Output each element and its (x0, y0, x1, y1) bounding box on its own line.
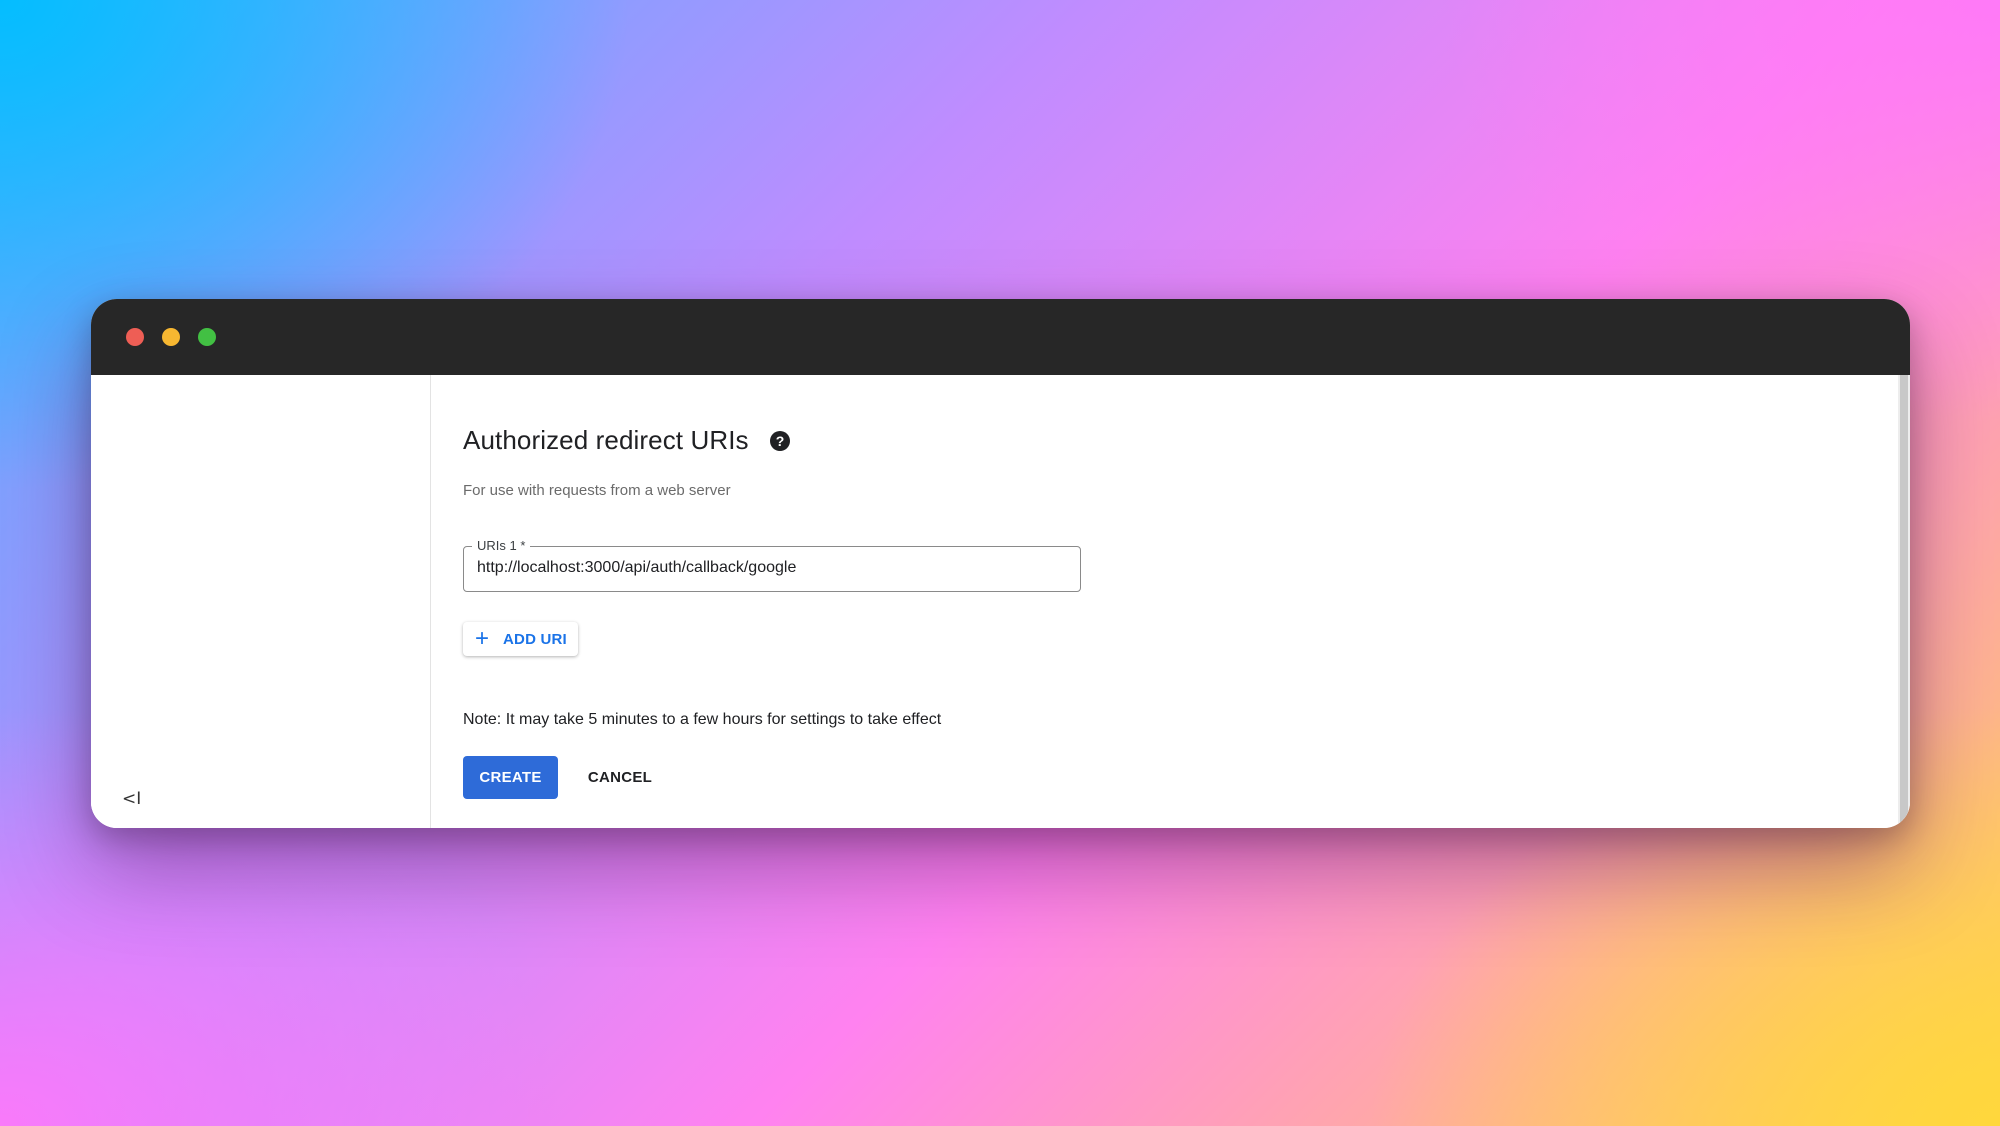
add-uri-label: ADD URI (503, 631, 567, 648)
maximize-window-button[interactable] (198, 328, 216, 346)
sidebar: <I (91, 375, 431, 828)
plus-icon: + (475, 625, 490, 652)
browser-window: <I Authorized redirect URIs ? For use wi… (91, 299, 1910, 828)
window-titlebar (91, 299, 1910, 375)
minimize-window-button[interactable] (162, 328, 180, 346)
cancel-button[interactable]: CANCEL (578, 756, 662, 799)
page-content: <I Authorized redirect URIs ? For use wi… (91, 375, 1910, 828)
scrollbar-thumb[interactable] (1900, 375, 1908, 828)
help-icon[interactable]: ? (770, 431, 790, 451)
page-title: Authorized redirect URIs (463, 425, 749, 455)
section-description: For use with requests from a web server (463, 482, 731, 499)
uri-field[interactable]: URIs 1 * (463, 537, 1081, 592)
main-panel: Authorized redirect URIs ? For use with … (463, 375, 1890, 828)
create-button[interactable]: CREATE (463, 756, 558, 799)
settings-note: Note: It may take 5 minutes to a few hou… (463, 711, 942, 728)
close-window-button[interactable] (126, 328, 144, 346)
collapse-sidebar-icon[interactable]: <I (122, 789, 142, 809)
vertical-scrollbar[interactable] (1898, 375, 1910, 828)
uri-input[interactable] (477, 559, 1057, 577)
add-uri-button[interactable]: + ADD URI (463, 622, 578, 656)
uri-field-label: URIs 1 * (472, 537, 531, 555)
